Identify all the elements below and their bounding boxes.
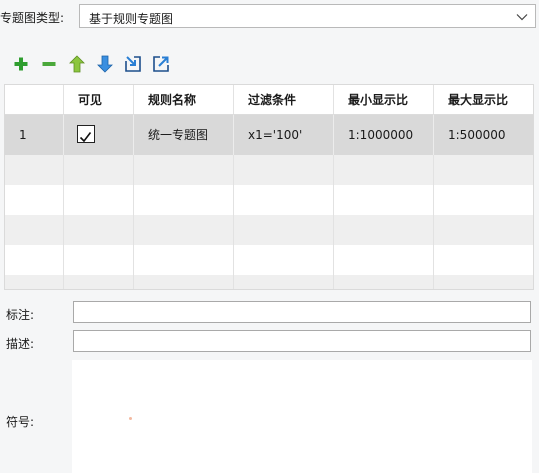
visible-checkbox[interactable] — [77, 125, 95, 143]
empty-cell — [234, 155, 334, 185]
visible-cell — [64, 115, 134, 155]
empty-cell — [234, 215, 334, 245]
empty-cell — [64, 215, 134, 245]
description-input[interactable] — [73, 330, 531, 352]
export-button[interactable] — [152, 55, 170, 73]
annotation-input[interactable] — [73, 301, 531, 323]
rule-name-cell[interactable]: 统一专题图 — [134, 115, 234, 155]
empty-cell — [434, 275, 533, 289]
symbol-point-marker — [129, 417, 132, 420]
empty-cell — [64, 155, 134, 185]
empty-cell — [434, 155, 533, 185]
empty-cell — [434, 185, 533, 215]
export-icon — [153, 56, 169, 72]
column-header-index — [5, 85, 64, 115]
empty-cell — [64, 185, 134, 215]
annotation-label: 标注: — [6, 308, 35, 322]
empty-cell — [334, 215, 434, 245]
empty-cell — [234, 275, 334, 289]
column-header-filter[interactable]: 过滤条件 — [234, 85, 334, 115]
import-button[interactable] — [124, 55, 142, 73]
column-header-visible[interactable]: 可见 — [64, 85, 134, 115]
thematic-type-value: 基于规则专题图 — [89, 12, 174, 26]
empty-cell — [334, 275, 434, 289]
empty-cell — [134, 275, 234, 289]
add-icon — [14, 57, 28, 71]
remove-rule-button[interactable] — [40, 55, 58, 73]
empty-cell — [134, 185, 234, 215]
column-header-min-scale[interactable]: 最小显示比 — [334, 85, 434, 115]
rules-table: 可见 规则名称 过滤条件 最小显示比 最大显示比 1 统一专题图 x1='100… — [4, 84, 534, 290]
move-down-icon — [97, 55, 113, 73]
empty-cell — [5, 275, 64, 289]
thematic-type-label: 专题图类型: — [0, 11, 65, 25]
empty-cell — [5, 185, 64, 215]
min-scale-cell[interactable]: 1:1000000 — [334, 115, 434, 155]
empty-row — [5, 185, 533, 215]
empty-cell — [334, 155, 434, 185]
table-header-row: 可见 规则名称 过滤条件 最小显示比 最大显示比 — [5, 85, 533, 115]
move-down-button[interactable] — [96, 55, 114, 73]
empty-cell — [234, 245, 334, 275]
import-icon — [125, 56, 141, 72]
empty-cell — [5, 215, 64, 245]
symbol-preview[interactable] — [72, 360, 532, 473]
table-row[interactable]: 1 统一专题图 x1='100' 1:1000000 1:500000 — [5, 115, 533, 155]
empty-cell — [334, 185, 434, 215]
move-up-icon — [69, 55, 85, 73]
symbol-label: 符号: — [6, 415, 35, 429]
empty-cell — [234, 185, 334, 215]
column-header-rule-name[interactable]: 规则名称 — [134, 85, 234, 115]
empty-row — [5, 245, 533, 275]
move-up-button[interactable] — [68, 55, 86, 73]
empty-cell — [64, 275, 134, 289]
description-label: 描述: — [6, 337, 35, 351]
empty-cell — [5, 155, 64, 185]
empty-cell — [5, 245, 64, 275]
row-index: 1 — [5, 115, 64, 155]
empty-cell — [64, 245, 134, 275]
empty-cell — [134, 155, 234, 185]
empty-row — [5, 215, 533, 245]
empty-cell — [134, 245, 234, 275]
max-scale-cell[interactable]: 1:500000 — [434, 115, 533, 155]
empty-row — [5, 155, 533, 185]
empty-row — [5, 275, 533, 289]
empty-cell — [134, 215, 234, 245]
empty-cell — [434, 245, 533, 275]
empty-cell — [334, 245, 434, 275]
checkmark-icon — [79, 132, 92, 143]
add-rule-button[interactable] — [12, 55, 30, 73]
empty-cell — [434, 215, 533, 245]
thematic-type-dropdown[interactable]: 基于规则专题图 — [79, 4, 536, 28]
column-header-max-scale[interactable]: 最大显示比 — [434, 85, 533, 115]
remove-icon — [42, 62, 56, 66]
chevron-down-icon — [516, 14, 528, 21]
filter-cell[interactable]: x1='100' — [234, 115, 334, 155]
